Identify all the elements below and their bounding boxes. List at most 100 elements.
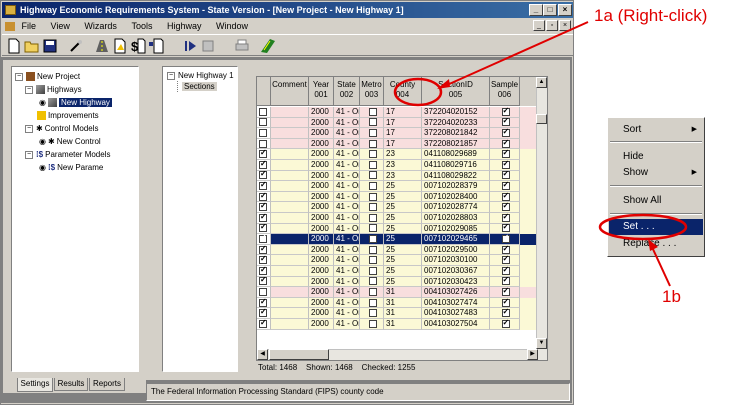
cell-sample[interactable] — [490, 149, 520, 160]
menu-highway[interactable]: Highway — [167, 21, 202, 31]
menu-view[interactable]: View — [51, 21, 70, 31]
cell-metro[interactable] — [360, 255, 384, 266]
cell-state[interactable]: 41 - Or — [334, 128, 360, 139]
menu-item-show-all[interactable]: Show All — [609, 193, 703, 209]
cell-section-id[interactable]: 004103027474 — [422, 297, 490, 309]
scroll-right-icon[interactable]: ▶ — [527, 349, 538, 360]
cell-year[interactable]: 2000 — [309, 255, 334, 266]
wand-icon[interactable] — [68, 38, 84, 54]
cell-state[interactable]: 41 - Or — [334, 181, 360, 192]
cell-state[interactable]: 41 - Or — [334, 160, 360, 171]
cell-year[interactable]: 2000 — [309, 234, 334, 245]
maximize-button[interactable]: □ — [543, 4, 557, 16]
checkbox[interactable] — [501, 202, 510, 212]
cell-comment[interactable] — [271, 234, 309, 245]
tree-node-project[interactable]: − New Project — [15, 71, 80, 82]
checkbox[interactable] — [368, 171, 377, 180]
cell-metro[interactable] — [360, 149, 384, 160]
checkbox[interactable] — [368, 160, 377, 169]
cost-icon[interactable]: $ — [130, 38, 146, 54]
checkbox[interactable] — [259, 255, 267, 265]
close-button[interactable]: × — [558, 4, 572, 16]
cell-section-id[interactable]: 372208021842 — [422, 128, 490, 139]
mdi-doc-icon[interactable] — [5, 22, 15, 32]
cell-comment[interactable] — [271, 138, 309, 150]
cell-sample[interactable] — [490, 308, 520, 319]
cell-comment[interactable] — [271, 149, 309, 160]
cell-state[interactable]: 41 - Or — [334, 308, 360, 319]
checkbox[interactable] — [259, 298, 267, 307]
checkbox[interactable] — [501, 287, 510, 297]
table-row[interactable]: 200041 - Or 31004103027504 — [257, 319, 538, 330]
cell-sample[interactable] — [490, 234, 520, 245]
checkbox[interactable] — [368, 224, 377, 233]
table-row[interactable]: 2000 41 - Or 17 372204020152 — [257, 107, 538, 118]
cell-county[interactable]: 31 — [384, 308, 422, 319]
checkbox[interactable] — [368, 277, 377, 286]
save-icon[interactable] — [42, 38, 58, 54]
cell-comment[interactable] — [271, 287, 309, 298]
cell-metro[interactable] — [360, 202, 384, 213]
cell-section-id[interactable]: 007102028774 — [422, 202, 490, 213]
checkbox[interactable] — [501, 308, 510, 318]
cell-county[interactable]: 17 — [384, 128, 422, 139]
cell-county[interactable]: 17 — [384, 107, 422, 118]
checkbox[interactable] — [259, 160, 267, 169]
cell-metro[interactable] — [360, 128, 384, 139]
column-header-sample[interactable]: Sample 006 — [490, 77, 520, 106]
cell-state[interactable]: 41 - Or — [334, 138, 360, 150]
column-header-metro[interactable]: Metro 003 — [360, 77, 384, 106]
cell-year[interactable]: 2000 — [309, 308, 334, 319]
table-row[interactable]: 200041 - Or 23041108029716 — [257, 160, 538, 171]
checkbox[interactable] — [368, 182, 377, 191]
cell-year[interactable]: 2000 — [309, 287, 334, 298]
table-row[interactable]: 200041 - Or 25007102028379 — [257, 181, 538, 192]
cell-year[interactable]: 2000 — [309, 266, 334, 277]
checkbox[interactable] — [501, 298, 510, 307]
cell-metro[interactable] — [360, 138, 384, 150]
scroll-up-icon[interactable]: ▲ — [536, 77, 547, 88]
cell-metro[interactable] — [360, 107, 384, 118]
row-select-checkbox[interactable] — [257, 234, 271, 245]
checkbox[interactable] — [501, 192, 510, 201]
row-select-checkbox[interactable] — [257, 117, 271, 129]
cell-section-id[interactable]: 041108029689 — [422, 149, 490, 160]
cell-state[interactable]: 41 - Or — [334, 319, 360, 330]
menu-item-hide[interactable]: Hide — [609, 149, 703, 165]
improvement-icon[interactable] — [112, 38, 128, 54]
cell-year[interactable]: 2000 — [309, 117, 334, 129]
column-header-state[interactable]: State 002 — [334, 77, 360, 106]
cell-sample[interactable] — [490, 319, 520, 330]
checkbox[interactable] — [501, 107, 510, 116]
tree-node-control-models[interactable]: − ✱ Control Models — [25, 123, 99, 134]
collapse-icon[interactable]: − — [15, 72, 23, 81]
menu-file[interactable]: File — [22, 21, 37, 31]
cell-county[interactable]: 25 — [384, 191, 422, 203]
cell-sample[interactable] — [490, 287, 520, 298]
cell-section-id[interactable]: 007102029085 — [422, 223, 490, 235]
checkbox[interactable] — [501, 139, 510, 148]
cell-year[interactable]: 2000 — [309, 191, 334, 203]
cell-year[interactable]: 2000 — [309, 181, 334, 192]
checkbox[interactable] — [501, 181, 510, 191]
row-select-checkbox[interactable] — [257, 213, 271, 224]
row-select-checkbox[interactable] — [257, 266, 271, 277]
checkbox[interactable] — [259, 319, 267, 328]
checkbox[interactable] — [368, 192, 377, 201]
checkbox[interactable] — [368, 203, 377, 212]
checkbox[interactable] — [259, 107, 267, 116]
cell-county[interactable]: 25 — [384, 223, 422, 235]
cell-sample[interactable] — [490, 117, 520, 129]
cell-year[interactable]: 2000 — [309, 223, 334, 235]
cell-state[interactable]: 41 - Or — [334, 255, 360, 266]
table-row[interactable]: 200041 - Or 25007102030423 — [257, 276, 538, 288]
checkbox[interactable] — [501, 160, 510, 169]
table-row[interactable]: 200041 - Or 25007102029465 — [257, 234, 538, 245]
checkbox[interactable] — [259, 288, 267, 297]
tree-node-parameter-models[interactable]: − ⁞$ Parameter Models — [25, 149, 110, 160]
checkbox[interactable] — [501, 171, 510, 180]
checkbox[interactable] — [501, 128, 510, 138]
cell-comment[interactable] — [271, 319, 309, 330]
cell-county[interactable]: 31 — [384, 297, 422, 309]
collapse-icon[interactable]: − — [167, 71, 175, 80]
